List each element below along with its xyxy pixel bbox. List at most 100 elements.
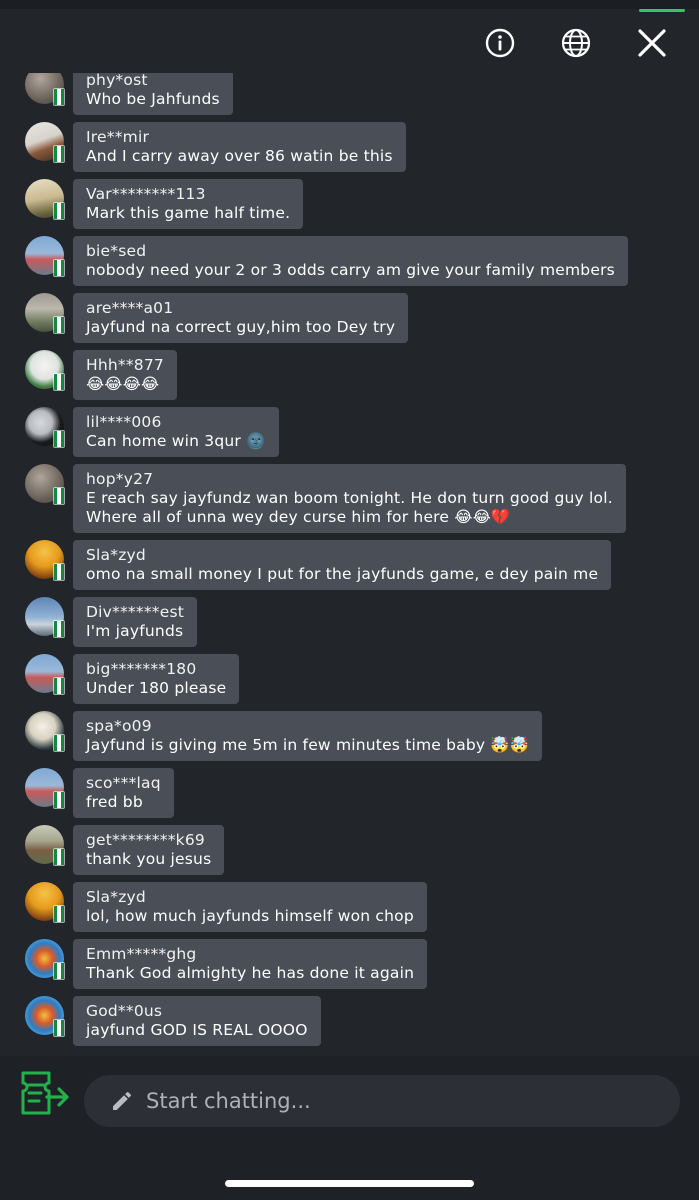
message-bubble: Hhh**877 😂😂😂😂 [73, 350, 177, 400]
close-icon [638, 29, 666, 57]
message-text: thank you jesus [86, 850, 212, 868]
avatar[interactable] [25, 179, 65, 220]
message-bubble: phy*ost Who be Jahfunds [73, 73, 233, 115]
accent-bar [639, 9, 685, 12]
avatar[interactable] [25, 540, 65, 581]
info-circle-icon [485, 28, 515, 58]
nigeria-flag-icon [53, 202, 65, 220]
avatar[interactable] [25, 654, 65, 695]
message-bubble: Div******est I'm jayfunds [73, 597, 198, 647]
message-text: omo na small money I put for the jayfund… [86, 565, 599, 583]
message-username: Ire**mir [86, 128, 150, 146]
message-bubble: Emm*****ghg Thank God almighty he has do… [73, 939, 428, 989]
nigeria-flag-icon [53, 316, 65, 334]
avatar[interactable] [25, 464, 65, 505]
message-text: jayfund GOD IS REAL OOOO [86, 1021, 308, 1039]
message-text: And I carry away over 86 watin be this [86, 147, 393, 165]
avatar[interactable] [25, 996, 65, 1037]
avatar[interactable] [25, 597, 65, 638]
message-bubble: Sla*zyd lol, how much jayfunds himself w… [73, 882, 427, 932]
message-text: Can home win 3qur 🌚 [86, 432, 266, 450]
message-username: Sla*zyd [86, 888, 146, 906]
home-indicator[interactable] [225, 1180, 474, 1187]
message-username: hop*y27 [86, 470, 154, 488]
message-bubble: big*******180 Under 180 please [73, 654, 240, 704]
message-username: Emm*****ghg [86, 945, 197, 963]
info-button[interactable] [481, 24, 519, 62]
avatar[interactable] [25, 236, 65, 277]
message-text: Who be Jahfunds [86, 90, 220, 108]
message-text-line-2: Where all of unna wey dey curse him for … [86, 508, 511, 526]
nigeria-flag-icon [53, 791, 65, 809]
nigeria-flag-icon [53, 962, 65, 980]
ticket-share-icon [21, 1071, 69, 1115]
avatar[interactable] [25, 711, 65, 752]
message-text: 😂😂😂😂 [86, 375, 160, 393]
message-username: Hhh**877 [86, 356, 164, 374]
avatar[interactable] [25, 293, 65, 334]
message-text: nobody need your 2 or 3 odds carry am gi… [86, 261, 615, 279]
avatar[interactable] [25, 825, 65, 866]
message-bubble: lil****006 Can home win 3qur 🌚 [73, 407, 279, 457]
message-bubble: sco***laq fred bb [73, 768, 174, 818]
nigeria-flag-icon [53, 563, 65, 581]
message-username: sco***laq [86, 774, 161, 792]
language-button[interactable] [557, 24, 595, 62]
nigeria-flag-icon [53, 848, 65, 866]
avatar[interactable] [25, 73, 65, 106]
message-text: fred bb [86, 793, 143, 811]
avatar[interactable] [25, 882, 65, 923]
avatar[interactable] [25, 939, 65, 980]
message-bubble: get********k69 thank you jesus [73, 825, 225, 875]
message-text: Thank God almighty he has done it again [86, 964, 415, 982]
message-username: Div******est [86, 603, 185, 621]
message-text: Mark this game half time. [86, 204, 291, 222]
close-button[interactable] [633, 24, 671, 62]
avatar[interactable] [25, 122, 65, 163]
nigeria-flag-icon [53, 145, 65, 163]
message-username: big*******180 [86, 660, 197, 678]
message-bubble: are****a01 Jayfund na correct guy,him to… [73, 293, 409, 343]
nigeria-flag-icon [53, 1019, 65, 1037]
message-username: phy*ost [86, 73, 148, 89]
message-username: lil****006 [86, 413, 162, 431]
message-bubble: Sla*zyd omo na small money I put for the… [73, 540, 612, 590]
message-username: are****a01 [86, 299, 174, 317]
status-strip [0, 0, 699, 9]
nigeria-flag-icon [53, 430, 65, 448]
message-bubble: Ire**mir And I carry away over 86 watin … [73, 122, 406, 172]
message-username: Var********113 [86, 185, 206, 203]
nigeria-flag-icon [53, 677, 65, 695]
message-text: I'm jayfunds [86, 622, 184, 640]
avatar[interactable] [25, 768, 65, 809]
message-bubble: God**0us jayfund GOD IS REAL OOOO [73, 996, 321, 1046]
message-username: Sla*zyd [86, 546, 146, 564]
nigeria-flag-icon [53, 259, 65, 277]
avatar[interactable] [25, 350, 65, 391]
avatar[interactable] [25, 407, 65, 448]
nigeria-flag-icon [53, 905, 65, 923]
globe-icon [561, 28, 591, 58]
message-bubble: bie*sed nobody need your 2 or 3 odds car… [73, 236, 628, 286]
nigeria-flag-icon [53, 734, 65, 752]
chat-message-list[interactable]: phy*ost Who be Jahfunds Ire**mir And I c… [0, 73, 699, 1053]
message-bubble: spa*o09 Jayfund is giving me 5m in few m… [73, 711, 543, 761]
chat-input[interactable] [146, 1089, 626, 1113]
nigeria-flag-icon [53, 373, 65, 391]
bet-share-button[interactable] [19, 1069, 71, 1117]
message-text: Jayfund is giving me 5m in few minutes t… [86, 736, 530, 754]
chat-input-container[interactable] [84, 1075, 680, 1127]
message-username: spa*o09 [86, 717, 152, 735]
message-username: God**0us [86, 1002, 163, 1020]
nigeria-flag-icon [53, 88, 65, 106]
message-text: E reach say jayfundz wan boom tonight. H… [86, 489, 613, 507]
nigeria-flag-icon [53, 487, 65, 505]
message-text: lol, how much jayfunds himself won chop [86, 907, 414, 925]
nigeria-flag-icon [53, 620, 65, 638]
message-bubble: Var********113 Mark this game half time. [73, 179, 304, 229]
message-username: bie*sed [86, 242, 147, 260]
message-text: Jayfund na correct guy,him too Dey try [86, 318, 396, 336]
message-username: get********k69 [86, 831, 205, 849]
message-bubble: hop*y27 E reach say jayfundz wan boom to… [73, 464, 626, 533]
message-text: Under 180 please [86, 679, 227, 697]
